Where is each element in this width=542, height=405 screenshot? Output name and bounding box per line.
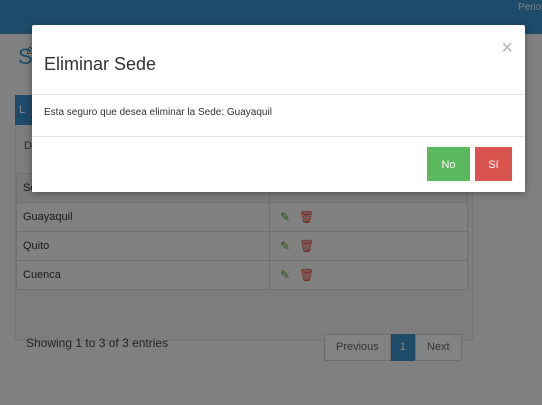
dialog-title: Eliminar Sede xyxy=(44,54,157,74)
dialog-message: Esta seguro que desea eliminar la Sede: … xyxy=(44,107,272,118)
dialog-body: Esta seguro que desea eliminar la Sede: … xyxy=(32,95,525,135)
delete-dialog: Eliminar Sede × Esta seguro que desea el… xyxy=(32,25,525,192)
yes-button[interactable]: Sí xyxy=(475,147,512,181)
no-button[interactable]: No xyxy=(427,147,470,181)
dialog-header: Eliminar Sede × xyxy=(32,25,525,95)
close-icon[interactable]: × xyxy=(501,38,513,58)
dialog-footer: No Sí xyxy=(32,136,525,192)
